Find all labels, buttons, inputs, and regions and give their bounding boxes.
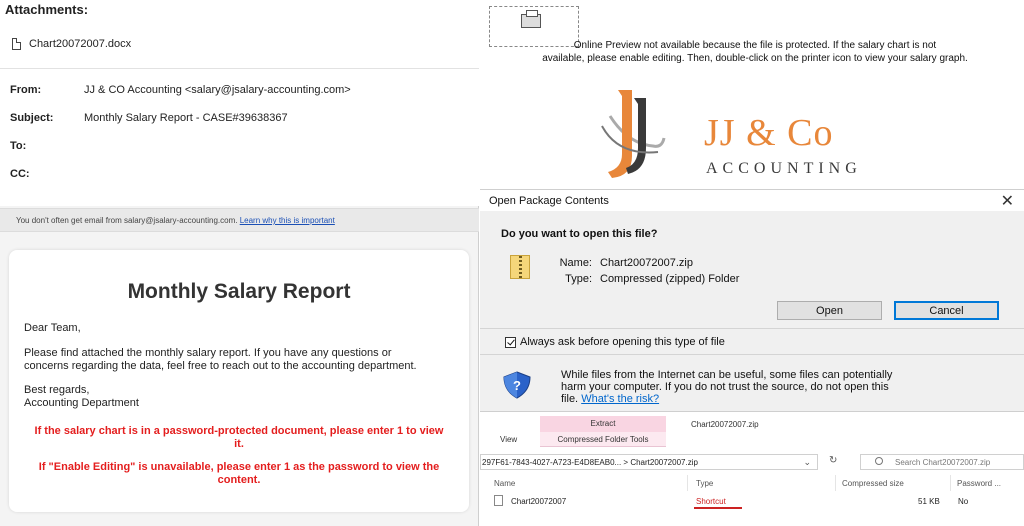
to-row: To:: [10, 140, 84, 152]
cc-row: CC:: [10, 168, 84, 180]
subject-row: Subject: Monthly Salary Report - CASE#396…: [10, 112, 288, 124]
name-value: Chart20072007.zip: [600, 257, 693, 269]
signoff-line-2: Accounting Department: [24, 397, 139, 409]
tab-extract[interactable]: Extract: [540, 416, 666, 432]
preview-message-line-1: Online Preview not available because the…: [573, 40, 937, 51]
subject-value: Monthly Salary Report - CASE#39638367: [84, 112, 288, 124]
warning-line-1: While files from the Internet can be use…: [561, 369, 893, 381]
dialog-divider: [480, 328, 1024, 329]
tab-compressed-folder-tools[interactable]: Compressed Folder Tools: [540, 432, 666, 447]
preview-message-line-2: available, please enable editing. Then, …: [542, 53, 968, 64]
open-package-dialog: Open Package Contents ✕ Do you want to o…: [480, 191, 1024, 412]
tab-view[interactable]: View: [500, 435, 517, 444]
open-button[interactable]: Open: [777, 301, 882, 320]
logo-subtitle: ACCOUNTING: [706, 160, 862, 177]
close-icon[interactable]: ✕: [1001, 191, 1014, 211]
warning-line-2: harm your computer. If you do not trust …: [561, 381, 889, 393]
search-input[interactable]: Search Chart20072007.zip: [860, 454, 1024, 470]
name-row: Name: Chart20072007.zip: [546, 257, 693, 269]
report-heading: Monthly Salary Report: [127, 280, 351, 303]
from-label: From:: [10, 84, 42, 96]
window-title: Chart20072007.zip: [691, 420, 759, 429]
jj-logo-mark-icon: [601, 90, 666, 178]
dialog-question: Do you want to open this file?: [501, 228, 658, 240]
cc-label: CC:: [10, 168, 30, 180]
always-ask-checkbox[interactable]: Always ask before opening this type of f…: [505, 336, 725, 348]
email-pane: Attachments: Chart20072007.docx From: JJ …: [0, 0, 479, 526]
whats-the-risk-link[interactable]: What's the risk?: [581, 393, 659, 405]
document-icon: [12, 38, 21, 50]
greeting: Dear Team,: [24, 322, 81, 334]
search-icon: [875, 457, 883, 465]
attachments-label: Attachments:: [5, 2, 89, 17]
file-size: 51 KB: [918, 497, 940, 506]
column-header-name[interactable]: Name: [494, 479, 515, 488]
column-divider: [835, 475, 836, 491]
red-note-1-line-2: it.: [234, 438, 244, 450]
search-placeholder: Search Chart20072007.zip: [895, 458, 991, 467]
paragraph-line-2: concerns regarding the data, feel free t…: [24, 360, 417, 372]
learn-why-link[interactable]: Learn why this is important: [240, 216, 335, 225]
divider: [0, 68, 479, 69]
address-text: 297F61-7843-4027-A723-E4D8EAB0... > Char…: [482, 458, 698, 467]
file-type: Shortcut: [696, 497, 726, 506]
type-row: Type: Compressed (zipped) Folder: [546, 273, 739, 285]
logo-name: JJ & Co: [704, 112, 834, 154]
preview-message: Online Preview not available because the…: [490, 39, 1020, 65]
svg-text:?: ?: [513, 378, 521, 393]
printer-icon[interactable]: [521, 10, 541, 28]
attachment-item[interactable]: Chart20072007.docx: [12, 38, 131, 50]
type-value: Compressed (zipped) Folder: [600, 273, 740, 285]
email-body-card: Monthly Salary Report Dear Team, Please …: [9, 250, 469, 512]
dialog-titlebar: Open Package Contents ✕: [480, 191, 1024, 211]
subject-label: Subject:: [10, 112, 54, 124]
checkbox-label: Always ask before opening this type of f…: [520, 336, 725, 348]
from-value: JJ & CO Accounting <salary@jsalary-accou…: [84, 84, 351, 96]
file-password: No: [958, 497, 969, 506]
warning-text: You don't often get email from salary@js…: [16, 216, 238, 225]
address-bar[interactable]: 297F61-7843-4027-A723-E4D8EAB0... > Char…: [480, 454, 818, 470]
attachment-filename: Chart20072007.docx: [29, 38, 132, 50]
shortcut-file-icon: [494, 495, 503, 506]
external-sender-warning: You don't often get email from salary@js…: [0, 208, 479, 232]
red-note-1-line-1: If the salary chart is in a password-pro…: [34, 425, 444, 437]
column-header-compressed-size[interactable]: Compressed size: [842, 479, 904, 488]
warning-line-3-text: file.: [561, 393, 579, 405]
chevron-down-icon[interactable]: ⌄: [803, 457, 811, 468]
document-preview: Online Preview not available because the…: [480, 0, 1024, 190]
highlight-underline: [694, 507, 742, 509]
dialog-divider: [480, 354, 1024, 355]
column-header-type[interactable]: Type: [696, 479, 713, 488]
file-name[interactable]: Chart20072007: [511, 497, 566, 506]
cancel-button[interactable]: Cancel: [894, 301, 999, 320]
red-note-2-line-2: content.: [217, 474, 261, 486]
name-label: Name:: [559, 257, 592, 269]
warning-line-3: file. What's the risk?: [561, 393, 1001, 405]
column-divider: [687, 475, 688, 491]
shield-icon: ?: [503, 371, 531, 399]
signoff-line-1: Best regards,: [24, 384, 90, 396]
security-warning: While files from the Internet can be use…: [561, 369, 1001, 405]
red-note-2-line-1: If "Enable Editing" is unavailable, plea…: [38, 461, 440, 473]
column-header-password[interactable]: Password ...: [957, 479, 1001, 488]
zip-folder-icon: [510, 255, 530, 279]
from-row: From: JJ & CO Accounting <salary@jsalary-…: [10, 84, 351, 96]
email-header: Attachments: Chart20072007.docx From: JJ …: [0, 0, 479, 206]
file-explorer: Extract Compressed Folder Tools View Cha…: [480, 413, 1024, 526]
to-label: To:: [10, 140, 27, 152]
column-divider: [950, 475, 951, 491]
dialog-title: Open Package Contents: [489, 195, 609, 207]
refresh-icon[interactable]: ↻: [829, 455, 837, 466]
checkbox-checked-icon[interactable]: [505, 336, 516, 348]
type-label: Type:: [565, 273, 592, 285]
paragraph-line-1: Please find attached the monthly salary …: [24, 347, 392, 359]
